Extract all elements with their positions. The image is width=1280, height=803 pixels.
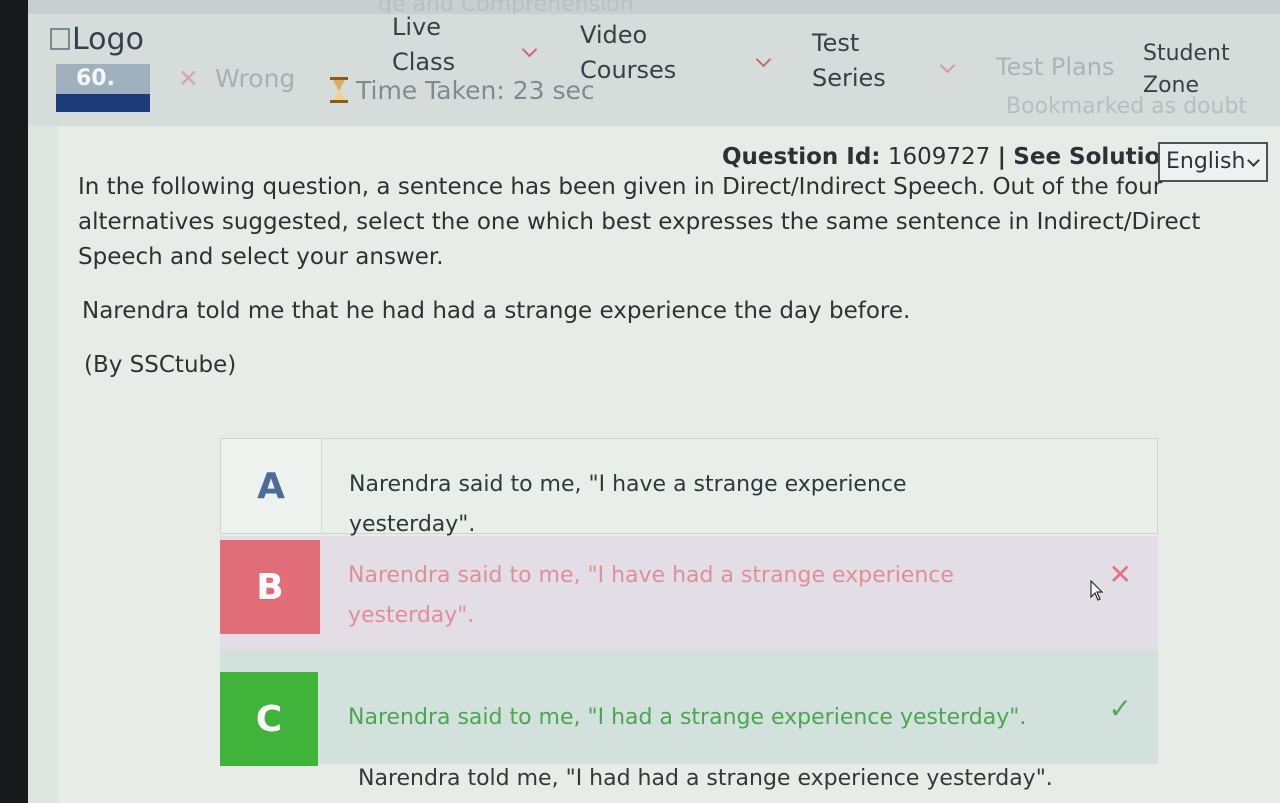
question-id-line: Question Id: 1609727 | See Solution In: [722,144,1219,170]
question-sentence: Narendra told me that he had had a stran… [82,298,911,324]
mouse-cursor-icon [1090,580,1104,601]
nav-test-series[interactable]: Test Series [812,26,886,96]
wrong-icon: ✕ [1108,558,1132,591]
check-icon: ✓ [1108,692,1132,725]
nav-live-class[interactable]: Live Class [392,10,455,80]
option-letter: B [220,540,320,634]
chevron-down-icon[interactable] [939,57,956,74]
broken-image-icon [50,28,70,50]
question-panel: Question Id: 1609727 | See Solution In: … [58,126,1280,803]
bookmark-status[interactable]: Bookmarked as doubt [1006,94,1247,119]
chevron-down-icon [1247,154,1260,167]
question-text: In the following question, a sentence ha… [78,174,1201,270]
score-bar [56,94,150,112]
option-a[interactable]: A Narendra said to me, "I have a strange… [220,438,1158,537]
logo[interactable]: Logo [50,22,144,57]
option-text: Narendra said to me, "I have had a stran… [348,563,954,628]
top-strip: ge and Comprehension [28,0,1280,17]
option-text: Narendra said to me, "I had a strange ex… [348,705,1027,730]
time-taken: Time Taken: 23 sec [330,76,595,105]
option-b[interactable]: B Narendra said to me, "I have had a str… [220,536,1158,658]
option-text: Narendra said to me, "I have a strange e… [349,472,907,537]
option-letter: C [220,672,318,766]
screen-bezel [0,0,28,803]
wrong-status: ✕ Wrong [178,64,296,93]
nav-video-courses[interactable]: Video Courses [580,18,676,88]
nav-test-plans[interactable]: Test Plans [996,50,1114,85]
score-badge: 60. [56,64,150,112]
option-c[interactable]: C Narendra said to me, "I had a strange … [220,650,1158,766]
top-header: Logo 60. ✕ Wrong Time Taken: 23 sec Live … [28,13,1280,126]
chevron-down-icon[interactable] [755,51,772,68]
question-source: (By SSCtube) [84,352,237,378]
close-icon: ✕ [178,64,199,93]
option-d-text[interactable]: Narendra told me, "I had had a strange e… [358,766,1053,791]
hourglass-icon [330,77,348,103]
option-letter: A [221,439,322,533]
chevron-down-icon[interactable] [521,41,538,58]
nav-student-zone[interactable]: Student Zone [1143,38,1230,102]
